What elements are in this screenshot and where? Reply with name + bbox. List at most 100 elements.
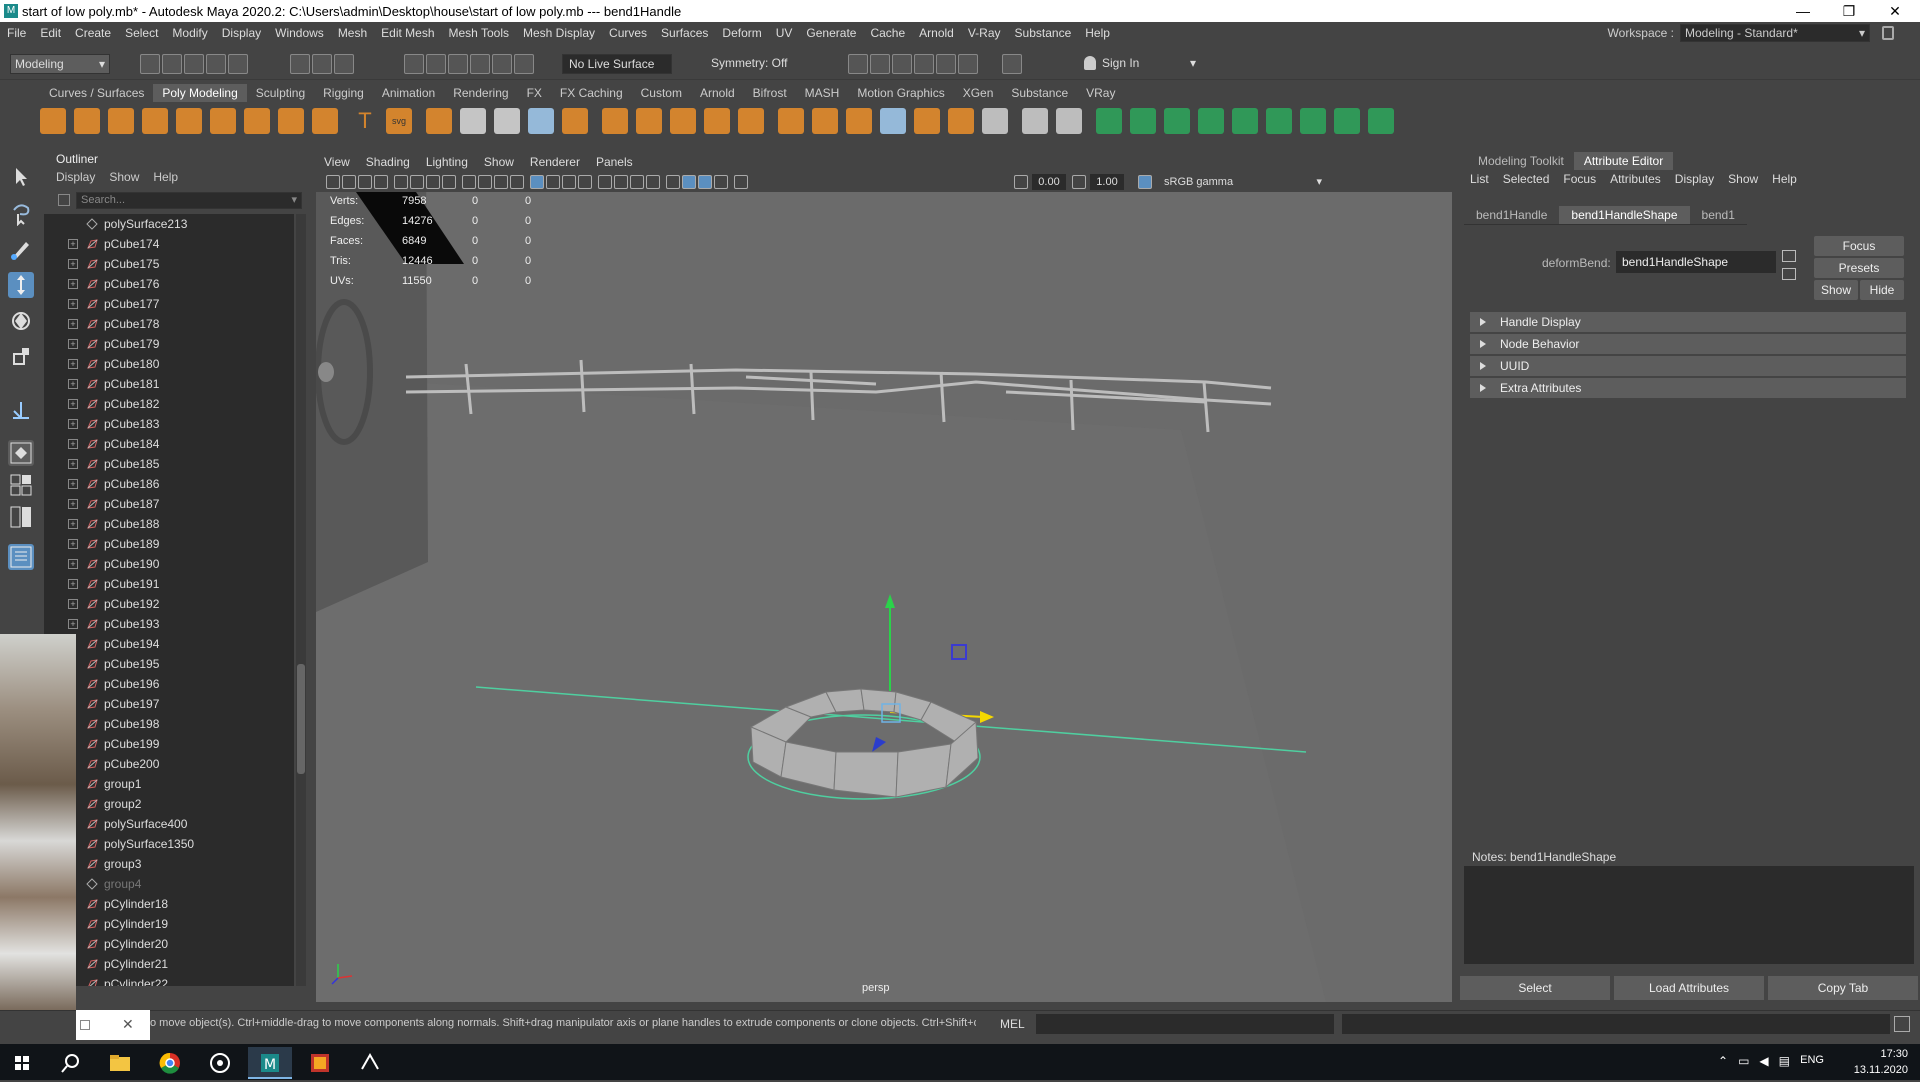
poly-sphere-icon[interactable] (40, 108, 66, 134)
expand-icon[interactable]: + (68, 379, 78, 389)
restore-button[interactable]: ❐ (1826, 0, 1872, 22)
outliner-item[interactable]: pCylinder21 (44, 954, 294, 974)
outliner-item[interactable]: + pCube183 (44, 414, 294, 434)
outliner-item[interactable]: pCylinder19 (44, 914, 294, 934)
viewport-menu-shading[interactable]: Shading (358, 155, 418, 169)
shelf-tab-fx[interactable]: FX (518, 84, 551, 102)
shelf-tab-substance[interactable]: Substance (1002, 84, 1077, 102)
safe-title-icon[interactable] (494, 175, 508, 189)
show-button[interactable]: Show (1814, 280, 1858, 300)
scale-tool-icon[interactable] (8, 344, 34, 370)
smooth-shade-icon[interactable] (530, 175, 544, 189)
section-uuid[interactable]: UUID (1470, 356, 1906, 376)
close-button[interactable]: ✕ (1872, 0, 1918, 22)
cut-uv-icon[interactable] (1198, 108, 1224, 134)
shelf-tab-xgen[interactable]: XGen (954, 84, 1003, 102)
chevron-up-icon[interactable]: ⌃ (1718, 1054, 1728, 1068)
outliner-menu-display[interactable]: Display (56, 170, 95, 184)
wireframe-icon[interactable] (510, 175, 524, 189)
menu-create[interactable]: Create (68, 26, 118, 40)
safe-action-icon[interactable] (478, 175, 492, 189)
tab-modeling-toolkit[interactable]: Modeling Toolkit (1468, 152, 1574, 170)
node-tab-bend1handle[interactable]: bend1Handle (1464, 206, 1560, 225)
expand-icon[interactable]: + (68, 359, 78, 369)
snap-projected-icon[interactable] (470, 54, 490, 74)
snap-point-icon[interactable] (448, 54, 468, 74)
expand-icon[interactable]: + (68, 519, 78, 529)
snap-surface-icon[interactable] (514, 54, 534, 74)
single-perspective-layout-icon[interactable] (8, 440, 34, 466)
menu-file[interactable]: File (0, 26, 33, 40)
expand-icon[interactable]: + (68, 619, 78, 629)
isolate-select-icon[interactable] (682, 175, 696, 189)
outliner-scroll-thumb[interactable] (297, 664, 305, 774)
bridge-icon[interactable] (636, 108, 662, 134)
poly-disc-icon[interactable] (244, 108, 270, 134)
chrome-icon[interactable] (148, 1047, 192, 1079)
outliner-item[interactable]: + pCube177 (44, 294, 294, 314)
boolean-icon[interactable] (562, 108, 588, 134)
select-object-icon[interactable] (312, 54, 332, 74)
attr-menu-selected[interactable]: Selected (1503, 172, 1550, 186)
attr-menu-help[interactable]: Help (1772, 172, 1797, 186)
outliner-search-input[interactable]: Search... ▾ (76, 192, 302, 209)
platonic-solid-icon[interactable] (278, 108, 304, 134)
svg-icon[interactable]: svg (386, 108, 412, 134)
outliner-item[interactable]: + pCube174 (44, 234, 294, 254)
sign-in-button[interactable]: Sign In ▾ (1080, 54, 1200, 74)
menu-mesh-display[interactable]: Mesh Display (516, 26, 602, 40)
outliner-item[interactable]: polySurface400 (44, 814, 294, 834)
section-node-behavior[interactable]: Node Behavior (1470, 334, 1906, 354)
outliner-item[interactable]: + pCube184 (44, 434, 294, 454)
paint-select-tool-icon[interactable] (8, 236, 34, 262)
expand-icon[interactable]: + (68, 559, 78, 569)
poly-cylinder-icon[interactable] (108, 108, 134, 134)
substance-icon[interactable] (298, 1047, 342, 1079)
expand-icon[interactable]: + (68, 279, 78, 289)
output-connection-icon[interactable] (1782, 268, 1796, 280)
menu-surfaces[interactable]: Surfaces (654, 26, 715, 40)
viewport-menu-view[interactable]: View (316, 155, 358, 169)
section-extra-attributes[interactable]: Extra Attributes (1470, 378, 1906, 398)
quad-draw-icon[interactable] (1022, 108, 1048, 134)
outliner-item[interactable]: + pCube180 (44, 354, 294, 374)
menu-cache[interactable]: Cache (863, 26, 912, 40)
outliner-item[interactable]: + pCube185 (44, 454, 294, 474)
save-scene-icon[interactable] (184, 54, 204, 74)
outliner-item[interactable]: + pCube176 (44, 274, 294, 294)
undo-icon[interactable] (206, 54, 226, 74)
menu-mesh[interactable]: Mesh (331, 26, 374, 40)
two-view-layout-icon[interactable] (8, 504, 34, 530)
field-chart-icon[interactable] (462, 175, 476, 189)
gate-mask-icon[interactable] (442, 175, 456, 189)
outliner-item[interactable]: + pCube175 (44, 254, 294, 274)
shelf-tab-poly-modeling[interactable]: Poly Modeling (153, 84, 247, 102)
outliner-item[interactable]: group2 (44, 794, 294, 814)
volume-icon[interactable]: ◀ (1759, 1054, 1768, 1068)
expand-icon[interactable]: + (68, 259, 78, 269)
shelf-tab-mash[interactable]: MASH (796, 84, 849, 102)
render-view-icon[interactable] (936, 54, 956, 74)
shelf-tab-sculpting[interactable]: Sculpting (247, 84, 314, 102)
expand-icon[interactable]: + (68, 459, 78, 469)
attr-menu-list[interactable]: List (1470, 172, 1489, 186)
xray-active-icon[interactable] (734, 175, 748, 189)
menu-select[interactable]: Select (118, 26, 165, 40)
expand-icon[interactable]: + (68, 439, 78, 449)
symmetrize-icon[interactable] (1368, 108, 1394, 134)
workspace-dropdown[interactable]: Modeling - Standard* ▾ (1680, 24, 1870, 42)
poly-text-icon[interactable]: T (352, 108, 378, 134)
shelf-tab-rigging[interactable]: Rigging (314, 84, 373, 102)
menu-mesh-tools[interactable]: Mesh Tools (442, 26, 516, 40)
outliner-item[interactable]: + pCube178 (44, 314, 294, 334)
outliner-layout-icon[interactable] (8, 544, 34, 570)
steam-icon[interactable] (198, 1047, 242, 1079)
node-tab-bend1[interactable]: bend1 (1689, 206, 1747, 225)
extrude-icon[interactable] (670, 108, 696, 134)
use-lights-icon[interactable] (578, 175, 592, 189)
menu-generate[interactable]: Generate (799, 26, 863, 40)
expand-icon[interactable]: + (68, 599, 78, 609)
bevel-icon[interactable] (602, 108, 628, 134)
select-button[interactable]: Select (1460, 976, 1610, 1000)
snap-view-icon[interactable] (492, 54, 512, 74)
